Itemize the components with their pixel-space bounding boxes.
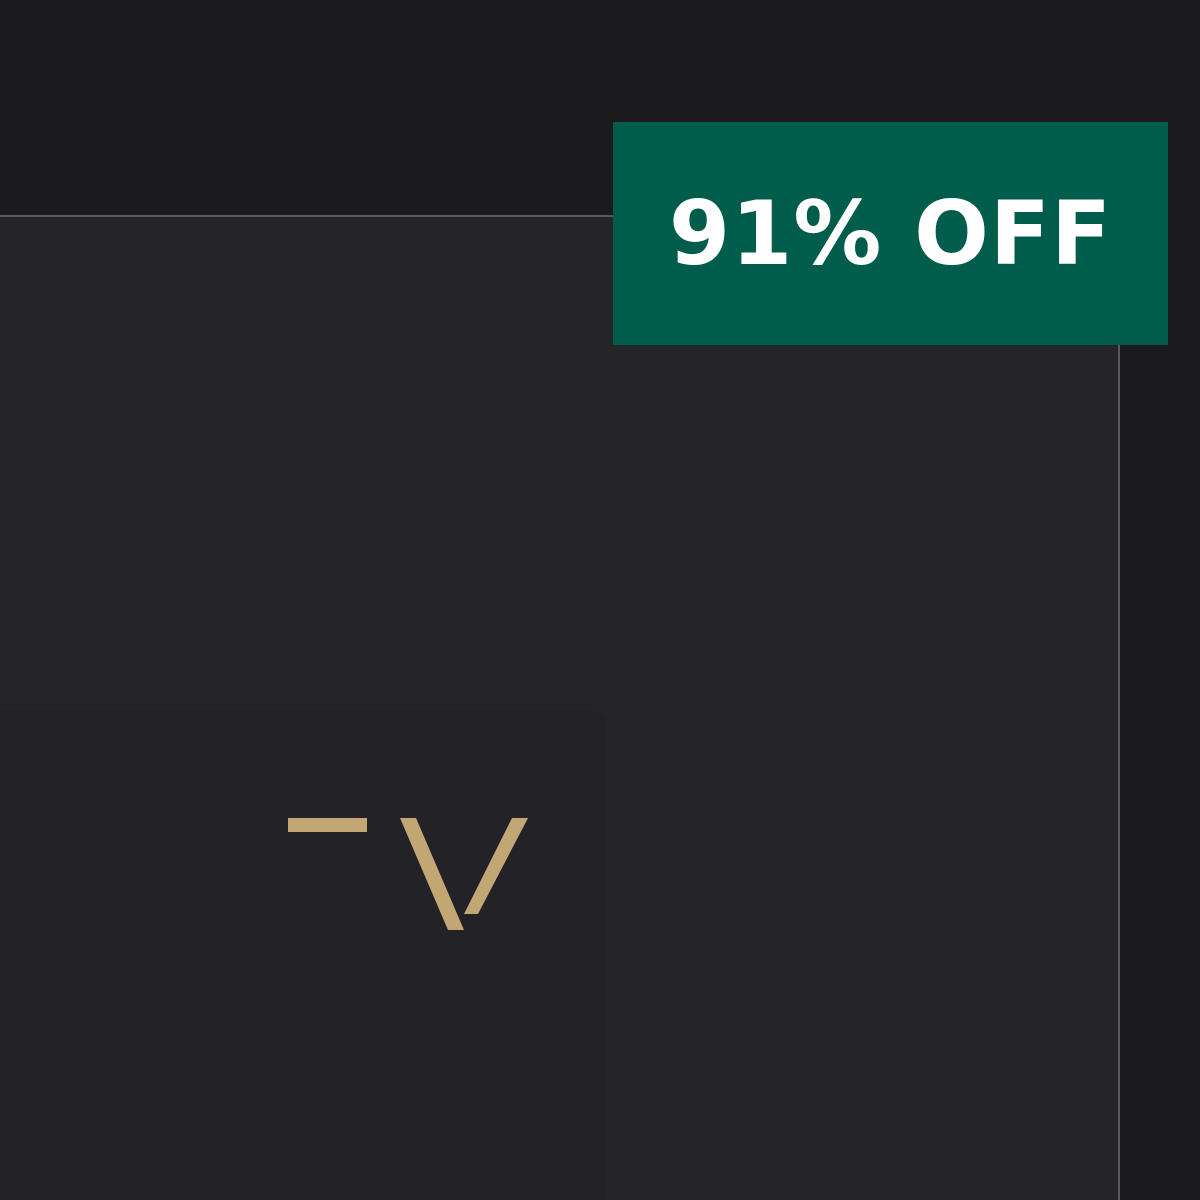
discount-badge: 91% OFF [613, 122, 1168, 345]
product-image-tile[interactable] [0, 710, 605, 1200]
page: 91% OFF [0, 0, 1200, 1200]
discount-label: 91% OFF [668, 181, 1113, 285]
brand-logo-icon [288, 818, 528, 930]
